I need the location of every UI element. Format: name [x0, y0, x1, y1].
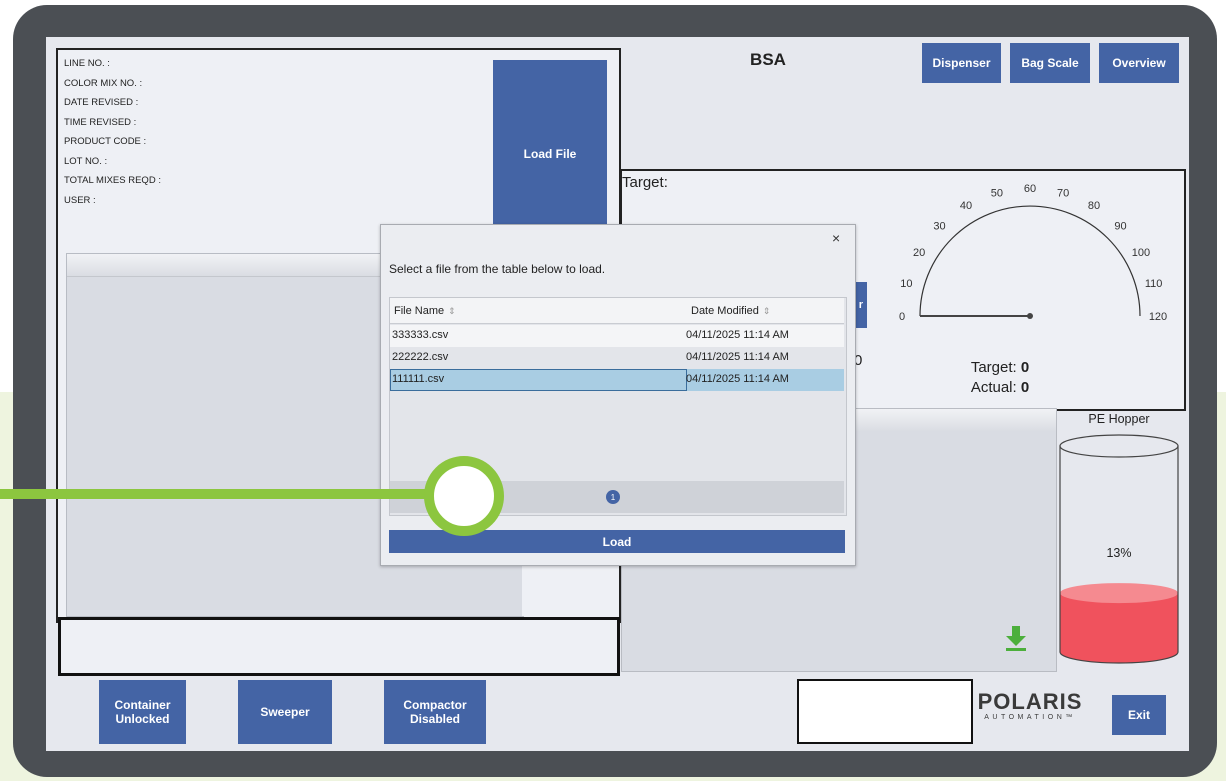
hopper-top: [1059, 434, 1179, 458]
sweeper-button[interactable]: Sweeper: [238, 680, 332, 744]
date-cell: 04/11/2025 11:14 AM: [686, 329, 789, 341]
gauge-tick-label: 100: [1132, 247, 1150, 259]
column-header-file-name[interactable]: File Name ⇕: [394, 298, 456, 324]
dialog-message: Select a file from the table below to lo…: [389, 262, 606, 276]
readout-actual: Actual: 0: [940, 378, 1060, 398]
gauge-tick-label: 30: [933, 221, 945, 233]
highlight-connector: [0, 489, 440, 499]
column-header-date-modified[interactable]: Date Modified ⇕: [691, 298, 770, 324]
column-label: File Name: [394, 305, 445, 317]
table-corner: [522, 560, 614, 616]
info-field: PRODUCT CODE :: [64, 136, 147, 147]
readout-target: Target: 0: [940, 358, 1060, 378]
overview-button[interactable]: Overview: [1099, 43, 1179, 83]
gauge-tick-label: 40: [960, 200, 972, 212]
gauge-tick-label: 90: [1114, 221, 1126, 233]
info-field: LOT NO. :: [64, 155, 108, 167]
exit-button[interactable]: Exit: [1112, 695, 1166, 735]
page-button[interactable]: 1: [606, 490, 620, 504]
highlight-ring: [424, 456, 504, 536]
info-field: DATE REVISED :: [64, 97, 139, 108]
gauge-tick-label: 20: [913, 247, 925, 259]
status-display-box: [797, 679, 973, 744]
hopper-percent: 13%: [1106, 546, 1132, 560]
gauge-arc: [919, 205, 1141, 317]
date-cell: 04/11/2025 11:14 AM: [686, 351, 789, 363]
file-name-cell: 222222.csv: [392, 351, 449, 363]
gauge-readout: Target: 0 Actual: 0: [940, 358, 1060, 398]
download-icon[interactable]: [1004, 624, 1028, 652]
info-field: COLOR MIX NO. :: [64, 77, 143, 89]
compactor-disabled-button[interactable]: Compactor Disabled: [384, 680, 486, 744]
gauge-tick-label: 110: [1145, 278, 1163, 290]
readout-actual-label: Actual:: [970, 379, 1017, 396]
gauge-tick-label: 120: [1149, 311, 1167, 323]
file-name-cell: 333333.csv: [392, 329, 449, 341]
recipe-info-fields: LINE NO. : COLOR MIX NO. : DATE REVISED …: [64, 54, 161, 210]
target-label: Target:: [622, 174, 668, 191]
hopper-fill-surface: [1060, 583, 1178, 604]
readout-target-value: 0: [1020, 359, 1030, 376]
sort-icon: ⇕: [448, 305, 456, 316]
info-field: USER :: [64, 194, 96, 206]
table-row[interactable]: 333333.csv 04/11/2025 11:14 AM: [390, 325, 844, 347]
logo-text: POLARIS: [977, 689, 1083, 714]
file-name-cell: 111111.csv: [392, 373, 445, 385]
hopper-label: PE Hopper: [1088, 412, 1150, 426]
gauge-tick-label: 50: [991, 187, 1003, 199]
readout-actual-value: 0: [1020, 379, 1030, 396]
info-field: TIME REVISED :: [64, 116, 137, 128]
gauge-tick-label: 0: [899, 311, 905, 323]
polaris-logo: POLARIS AUTOMATION™: [975, 689, 1085, 722]
gauge-tick-label: 80: [1088, 200, 1100, 212]
gauge-tick-label: 10: [900, 278, 912, 290]
info-field: LINE NO. :: [64, 58, 110, 69]
readout-target-label: Target:: [970, 359, 1017, 376]
column-label: Date Modified: [691, 305, 759, 317]
close-icon[interactable]: ×: [832, 230, 840, 246]
file-table-header: [390, 298, 844, 324]
weight-gauge: 0 10 20 30 40 50 60 70 80 90 100 110 120: [899, 183, 1167, 323]
date-cell: 04/11/2025 11:14 AM: [686, 373, 789, 385]
sort-icon: ⇕: [762, 305, 771, 316]
gauge-pivot: [1027, 313, 1033, 319]
logo-subtext: AUTOMATION™: [984, 714, 1076, 721]
bag-scale-button[interactable]: Bag Scale: [1010, 43, 1090, 83]
gauge-tick-label: 60: [1024, 183, 1036, 195]
table-row-selected[interactable]: 111111.csv 04/11/2025 11:14 AM: [390, 369, 844, 391]
info-field: TOTAL MIXES REQD :: [64, 175, 161, 186]
load-file-button[interactable]: Load File: [493, 60, 607, 247]
table-row[interactable]: 222222.csv 04/11/2025 11:14 AM: [390, 347, 844, 369]
dispenser-button[interactable]: Dispenser: [922, 43, 1001, 83]
page-title: BSA: [750, 50, 786, 69]
gauge-tick-label: 70: [1057, 187, 1069, 199]
message-box: [58, 617, 620, 676]
hopper-fill-level: [1060, 593, 1178, 663]
container-unlocked-button[interactable]: Container Unlocked: [99, 680, 186, 744]
